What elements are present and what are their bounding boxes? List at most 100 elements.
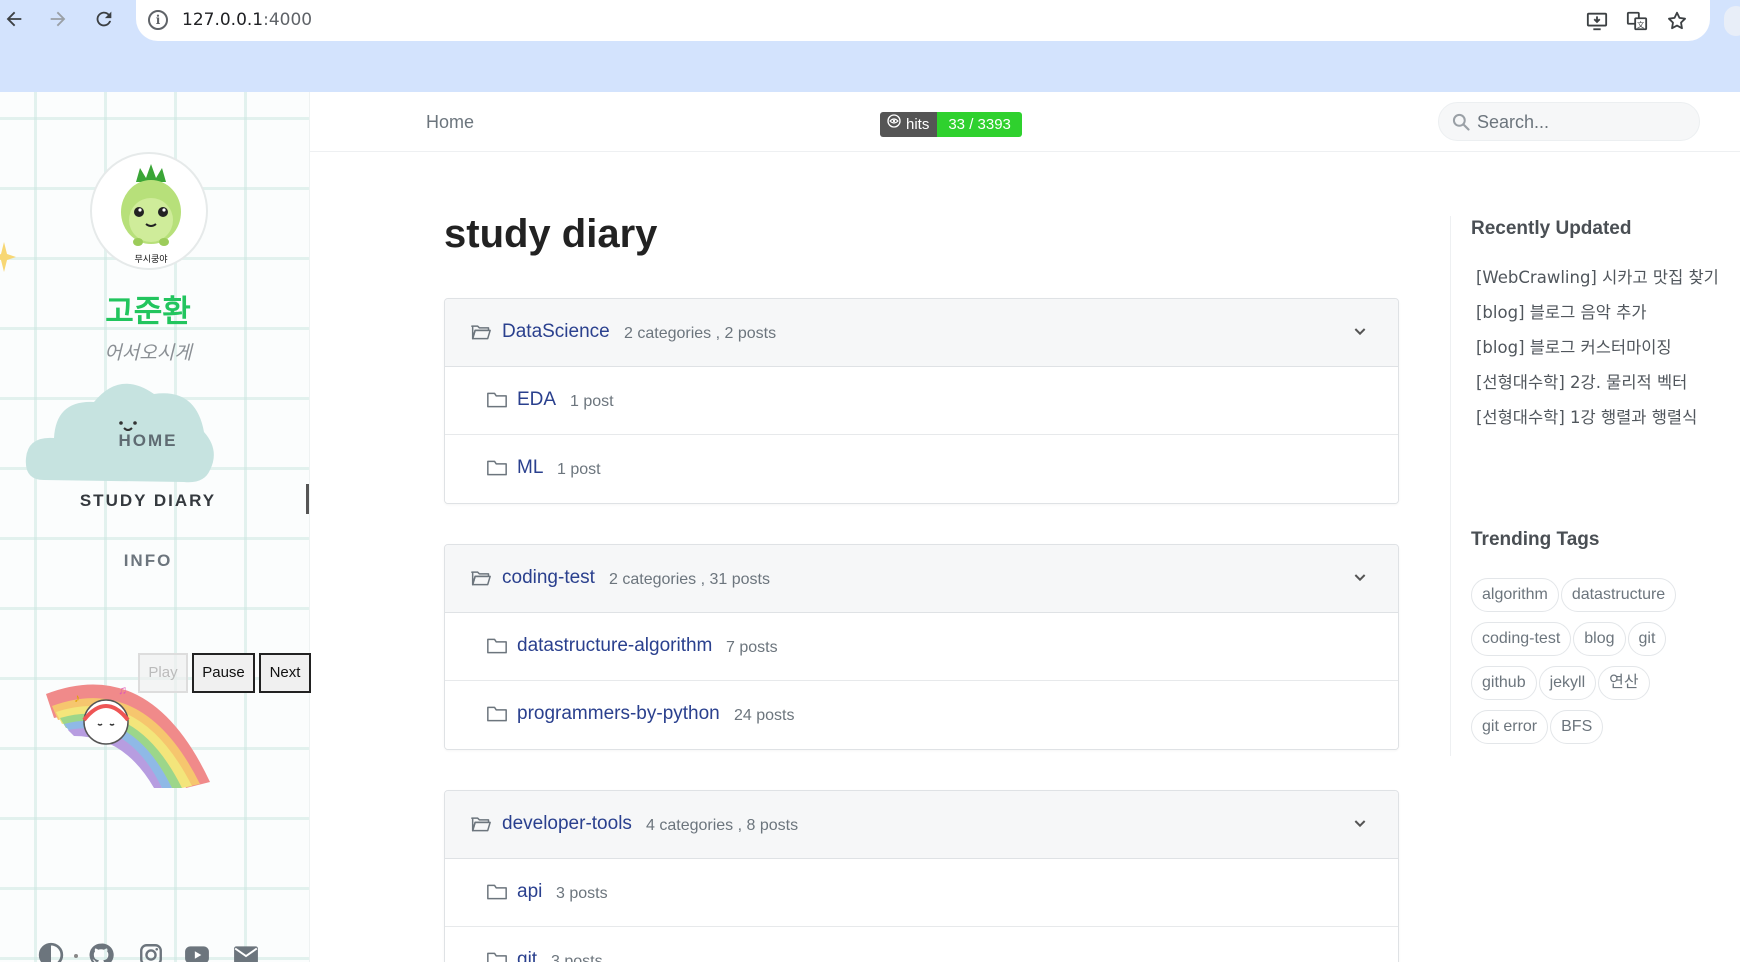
site-info-icon[interactable]: i [148, 10, 168, 30]
subcategory-row[interactable]: datastructure-algorithm 7 posts [445, 613, 1398, 681]
tag-link[interactable]: jekyll [1538, 666, 1597, 700]
instagram-icon[interactable] [138, 942, 166, 962]
subcategory-link[interactable]: datastructure-algorithm [517, 635, 712, 657]
hits-label: hits [880, 112, 938, 137]
recent-posts-list: [WebCrawling] 시카고 맛집 찾기 [blog] 블로그 음악 추가… [1476, 260, 1740, 435]
chevron-down-icon[interactable] [1352, 323, 1368, 339]
subcategory-meta: 1 post [570, 393, 614, 410]
subcategory-row[interactable]: api 3 posts [445, 859, 1398, 927]
trending-tags-heading: Trending Tags [1471, 529, 1600, 550]
category-card: coding-test 2 categories , 31 posts datast… [444, 544, 1399, 750]
tag-link[interactable]: git error [1471, 710, 1549, 744]
subcategory-link[interactable]: git [517, 949, 537, 962]
category-meta: 4 categories , 8 posts [646, 817, 799, 834]
hits-count: 33 / 3393 [937, 112, 1022, 137]
music-play-button[interactable]: Play [138, 653, 188, 693]
recent-post-link[interactable]: [blog] 블로그 커스터마이징 [1476, 330, 1740, 365]
tag-link[interactable]: datastructure [1560, 578, 1677, 612]
theme-toggle-icon[interactable] [38, 942, 66, 962]
hits-badge: hits 33 / 3393 [880, 112, 1022, 137]
category-link[interactable]: DataScience [502, 321, 610, 343]
subcategory-link[interactable]: ML [517, 457, 543, 479]
nav-active-indicator [306, 484, 309, 514]
breadcrumb-home[interactable]: Home [426, 112, 474, 133]
site-title[interactable]: 고준환 [0, 286, 296, 331]
subcategory-meta: 7 posts [726, 639, 778, 656]
subcategory-row[interactable]: git 3 posts [445, 927, 1398, 962]
avatar-caption: 무시쿵야 [134, 254, 167, 265]
tag-link[interactable]: blog [1573, 622, 1626, 656]
subcategory-link[interactable]: programmers-by-python [517, 703, 720, 725]
tag-link[interactable]: 연산 [1598, 666, 1650, 700]
category-card: developer-tools 4 categories , 8 posts api… [444, 790, 1399, 962]
recently-updated-heading: Recently Updated [1471, 218, 1632, 239]
topbar: Home hits 33 / 3393 [310, 92, 1740, 152]
recent-post-link[interactable]: [선형대수학] 2강. 물리적 벡터 [1476, 365, 1740, 400]
music-next-button[interactable]: Next [259, 653, 311, 693]
recent-post-link[interactable]: [blog] 블로그 음악 추가 [1476, 295, 1740, 330]
folder-open-icon [471, 815, 491, 833]
folder-icon [487, 459, 507, 477]
recent-post-link[interactable]: [선형대수학] 1강 행렬과 행렬식 [1476, 400, 1740, 435]
translate-icon[interactable]: 文 [1626, 10, 1648, 32]
tag-link[interactable]: github [1471, 666, 1537, 700]
subcategory-row[interactable]: programmers-by-python 24 posts [445, 681, 1398, 749]
subcategory-link[interactable]: EDA [517, 389, 556, 411]
subcategory-row[interactable]: ML 1 post [445, 435, 1398, 503]
back-arrow-icon[interactable] [2, 8, 26, 32]
folder-icon [487, 951, 507, 962]
search-icon [1451, 112, 1471, 132]
install-app-icon[interactable] [1586, 10, 1608, 32]
sparkle-icon [0, 242, 16, 277]
folder-open-icon [471, 323, 491, 341]
search-input[interactable] [1477, 109, 1691, 135]
avatar[interactable]: 무시쿵야 [90, 152, 208, 270]
folder-open-icon [471, 569, 491, 587]
page-title: study diary [444, 212, 658, 256]
category-link[interactable]: developer-tools [502, 813, 632, 835]
nav-study-diary[interactable]: STUDY DIARY [0, 491, 296, 511]
bookmark-star-icon[interactable] [1666, 10, 1688, 32]
category-header[interactable]: developer-tools 4 categories , 8 posts [445, 791, 1398, 859]
tag-link[interactable]: algorithm [1471, 578, 1559, 612]
forward-arrow-icon[interactable] [46, 8, 70, 32]
category-link[interactable]: coding-test [502, 567, 595, 589]
cloud-decoration [24, 360, 214, 490]
eye-icon [886, 112, 902, 137]
chevron-down-icon[interactable] [1352, 815, 1368, 831]
browser-toolbar: i 127.0.0.1:4000 文 [0, 0, 1740, 92]
subcategory-meta: 3 posts [556, 885, 608, 902]
recent-post-link[interactable]: [WebCrawling] 시카고 맛집 찾기 [1476, 260, 1740, 295]
github-icon[interactable] [88, 942, 116, 962]
folder-icon [487, 391, 507, 409]
sidebar: 무시쿵야 고준환 어서오시게 HOME STUDY DIARY INFO ♪ ♫… [0, 92, 311, 962]
music-pause-button[interactable]: Pause [192, 653, 255, 693]
email-icon[interactable] [233, 942, 261, 962]
youtube-icon[interactable] [184, 942, 212, 962]
subcategory-link[interactable]: api [517, 881, 542, 903]
trending-tags-list: algorithm datastructure coding-test blog gi… [1471, 578, 1711, 754]
url-text: 127.0.0.1:4000 [182, 10, 313, 30]
category-header[interactable]: DataScience 2 categories , 2 posts [445, 299, 1398, 367]
search-box[interactable] [1438, 102, 1700, 141]
tag-link[interactable]: coding-test [1471, 622, 1572, 656]
nav-home[interactable]: HOME [0, 431, 296, 451]
reload-icon[interactable] [92, 8, 116, 32]
right-panel: Recently Updated [WebCrawling] 시카고 맛집 찾기… [1450, 216, 1740, 756]
category-card: DataScience 2 categories , 2 posts EDA 1 po… [444, 298, 1399, 504]
category-meta: 2 categories , 2 posts [624, 325, 777, 342]
subcategory-meta: 3 posts [551, 953, 603, 962]
subcategory-row[interactable]: EDA 1 post [445, 367, 1398, 435]
browser-menu-icon[interactable] [1724, 6, 1740, 36]
folder-icon [487, 705, 507, 723]
address-bar[interactable]: i 127.0.0.1:4000 文 [136, 0, 1710, 41]
svg-text:♫: ♫ [118, 683, 127, 697]
tag-link[interactable]: BFS [1550, 710, 1604, 744]
nav-info[interactable]: INFO [0, 551, 296, 571]
tag-link[interactable]: git [1627, 622, 1667, 656]
chevron-down-icon[interactable] [1352, 569, 1368, 585]
category-header[interactable]: coding-test 2 categories , 31 posts [445, 545, 1398, 613]
separator-dot [74, 954, 78, 958]
subcategory-meta: 24 posts [734, 707, 795, 724]
subcategory-meta: 1 post [557, 461, 601, 478]
